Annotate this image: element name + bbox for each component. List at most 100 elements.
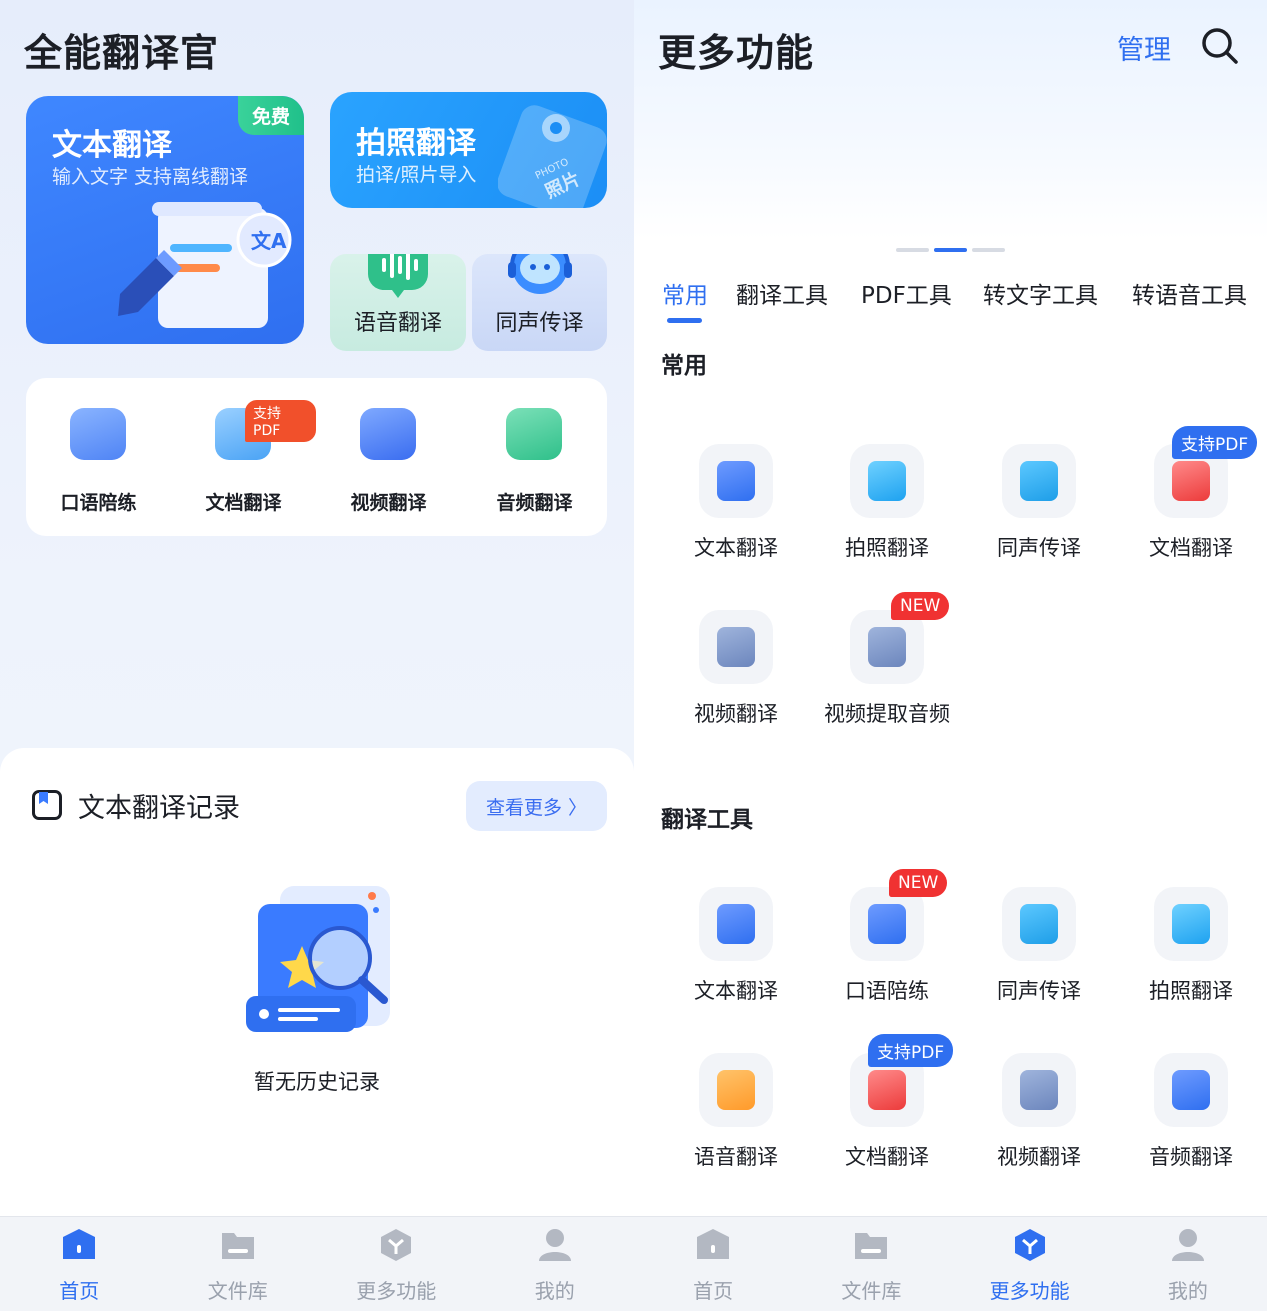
nav-home[interactable]: 首页	[634, 1217, 792, 1311]
nav-files[interactable]: 文件库	[159, 1217, 318, 1311]
voice-icon	[699, 1053, 773, 1127]
nav-more[interactable]: 更多功能	[951, 1217, 1109, 1311]
tab-to-text-tools[interactable]: 转文字工具	[983, 276, 1098, 310]
camera-icon	[1154, 887, 1228, 961]
nav-files[interactable]: 文件库	[792, 1217, 950, 1311]
photo-card-title: 拍照翻译	[356, 126, 476, 161]
cube-icon	[381, 1229, 412, 1261]
video-upload-icon	[850, 610, 924, 684]
view-more-button[interactable]: 查看更多 〉	[466, 781, 607, 831]
tab-common[interactable]: 常用	[662, 276, 708, 310]
home-screen: 全能翻译官 免费 文本翻译 输入文字 支持离线翻译 文A 拍照翻译 拍译/照片导…	[0, 0, 634, 1311]
camera-icon	[850, 444, 924, 518]
bottom-nav: 首页 文件库 更多功能 我的	[0, 1216, 634, 1311]
grid-document-translate[interactable]: 文档翻译	[1115, 444, 1267, 584]
tool-label: 文档翻译	[205, 492, 282, 514]
grid-label: 视频提取音频	[824, 702, 950, 726]
nav-more[interactable]: 更多功能	[317, 1217, 476, 1311]
document-translate-icon: 文A	[118, 202, 292, 328]
tool-video-translate[interactable]: 视频翻译	[316, 378, 461, 536]
empty-records-text: 暂无历史记录	[254, 1070, 380, 1094]
tab-translate-tools[interactable]: 翻译工具	[736, 276, 828, 310]
grid-simultaneous[interactable]: 同声传译	[963, 444, 1115, 584]
carousel-dot	[896, 248, 929, 252]
grid-photo-translate[interactable]: 拍照翻译	[811, 444, 963, 584]
grid-label: 拍照翻译	[845, 536, 929, 560]
nav-profile[interactable]: 我的	[1109, 1217, 1267, 1311]
headset-robot-icon	[508, 254, 572, 294]
tool-oral-practice[interactable]: 口语陪练	[26, 378, 171, 536]
simultaneous-icon	[1002, 444, 1076, 518]
nav-label: 我的	[1167, 1279, 1208, 1303]
bottom-nav: 首页 文件库 更多功能 我的	[634, 1216, 1267, 1311]
audio-icon	[1154, 1053, 1228, 1127]
active-tab-indicator	[667, 318, 702, 323]
tool-label: 口语陪练	[60, 492, 137, 514]
tab-pdf-tools[interactable]: PDF工具	[861, 276, 952, 310]
grid-label: 同声传译	[997, 979, 1081, 1003]
nav-label: 文件库	[841, 1279, 902, 1303]
video-icon	[360, 408, 416, 460]
pdf-badge: 支持PDF	[1172, 426, 1258, 459]
grid-text-translate[interactable]: 文本翻译	[660, 444, 812, 584]
pdf-badge: 支持PDF	[245, 400, 316, 442]
grid-voice-translate[interactable]: 语音翻译	[660, 1053, 812, 1193]
simul-card-label: 同声传译	[495, 311, 584, 336]
simultaneous-card[interactable]: 同声传译	[472, 254, 607, 351]
tool-label: 音频翻译	[496, 492, 573, 514]
tool-audio-translate[interactable]: 音频翻译	[462, 378, 607, 536]
grid-photo-translate-2[interactable]: 拍照翻译	[1115, 887, 1267, 1027]
grid-audio-translate[interactable]: 音频翻译	[1115, 1053, 1267, 1193]
home-icon	[697, 1229, 730, 1259]
voice-translate-card[interactable]: 语音翻译	[330, 254, 466, 351]
folder-icon	[855, 1233, 888, 1259]
search-icon[interactable]	[1200, 26, 1240, 66]
home-icon	[63, 1229, 96, 1259]
text-card-title: 文本翻译	[52, 128, 172, 163]
nav-home[interactable]: 首页	[0, 1217, 159, 1311]
oral-practice-icon	[850, 887, 924, 961]
grid-video-extract-audio[interactable]: 视频提取音频	[811, 610, 963, 750]
simultaneous-icon	[1002, 887, 1076, 961]
page-title: 更多功能	[658, 31, 815, 75]
grid-oral-practice[interactable]: 口语陪练	[811, 887, 963, 1027]
manage-button[interactable]: 管理	[1117, 28, 1171, 67]
grid-label: 文本翻译	[694, 979, 778, 1003]
text-translate-icon	[699, 887, 773, 961]
grid-label: 同声传译	[997, 536, 1081, 560]
photo-translate-card[interactable]: 拍照翻译 拍译/照片导入 PHOTO 照片	[330, 92, 607, 208]
grid-text-translate-2[interactable]: 文本翻译	[660, 887, 812, 1027]
grid-label: 文档翻译	[845, 1145, 929, 1169]
photo-card-subtitle: 拍译/照片导入	[356, 164, 477, 186]
nav-label: 更多功能	[989, 1279, 1070, 1303]
grid-video-translate[interactable]: 视频翻译	[660, 610, 812, 750]
video-icon	[699, 610, 773, 684]
section-title: 翻译工具	[661, 807, 753, 833]
audio-icon	[506, 408, 562, 460]
grid-video-translate-2[interactable]: 视频翻译	[963, 1053, 1115, 1193]
nav-label: 文件库	[207, 1279, 268, 1303]
carousel-dot-active	[934, 248, 967, 252]
text-translate-card[interactable]: 免费 文本翻译 输入文字 支持离线翻译 文A	[26, 96, 304, 344]
carousel-dot	[972, 248, 1005, 252]
grid-document-translate-2[interactable]: 文档翻译	[811, 1053, 963, 1193]
waveform-icon	[368, 254, 428, 298]
grid-simultaneous-2[interactable]: 同声传译	[963, 887, 1115, 1027]
more-features-screen: 更多功能 管理 常用 翻译工具 PDF工具 转文字工具 转语音工具 常用 文本翻…	[634, 0, 1267, 1311]
tools-strip: 口语陪练 支持PDF 文档翻译 视频翻译 音频翻译	[26, 378, 607, 536]
tab-to-speech-tools[interactable]: 转语音工具	[1132, 276, 1247, 310]
svg-text:文A: 文A	[251, 229, 287, 253]
pdf-badge: 支持PDF	[868, 1034, 954, 1067]
new-badge: NEW	[889, 869, 948, 897]
grid-label: 视频翻译	[997, 1145, 1081, 1169]
bookmark-icon	[32, 790, 62, 820]
nav-profile[interactable]: 我的	[476, 1217, 635, 1311]
tool-document-translate[interactable]: 支持PDF 文档翻译	[171, 378, 316, 536]
app-title: 全能翻译官	[24, 31, 220, 75]
new-badge: NEW	[891, 592, 950, 620]
user-icon	[538, 1229, 571, 1261]
nav-label: 我的	[534, 1279, 575, 1303]
grid-label: 视频翻译	[694, 702, 778, 726]
video-icon	[1002, 1053, 1076, 1127]
grid-label: 文档翻译	[1149, 536, 1233, 560]
